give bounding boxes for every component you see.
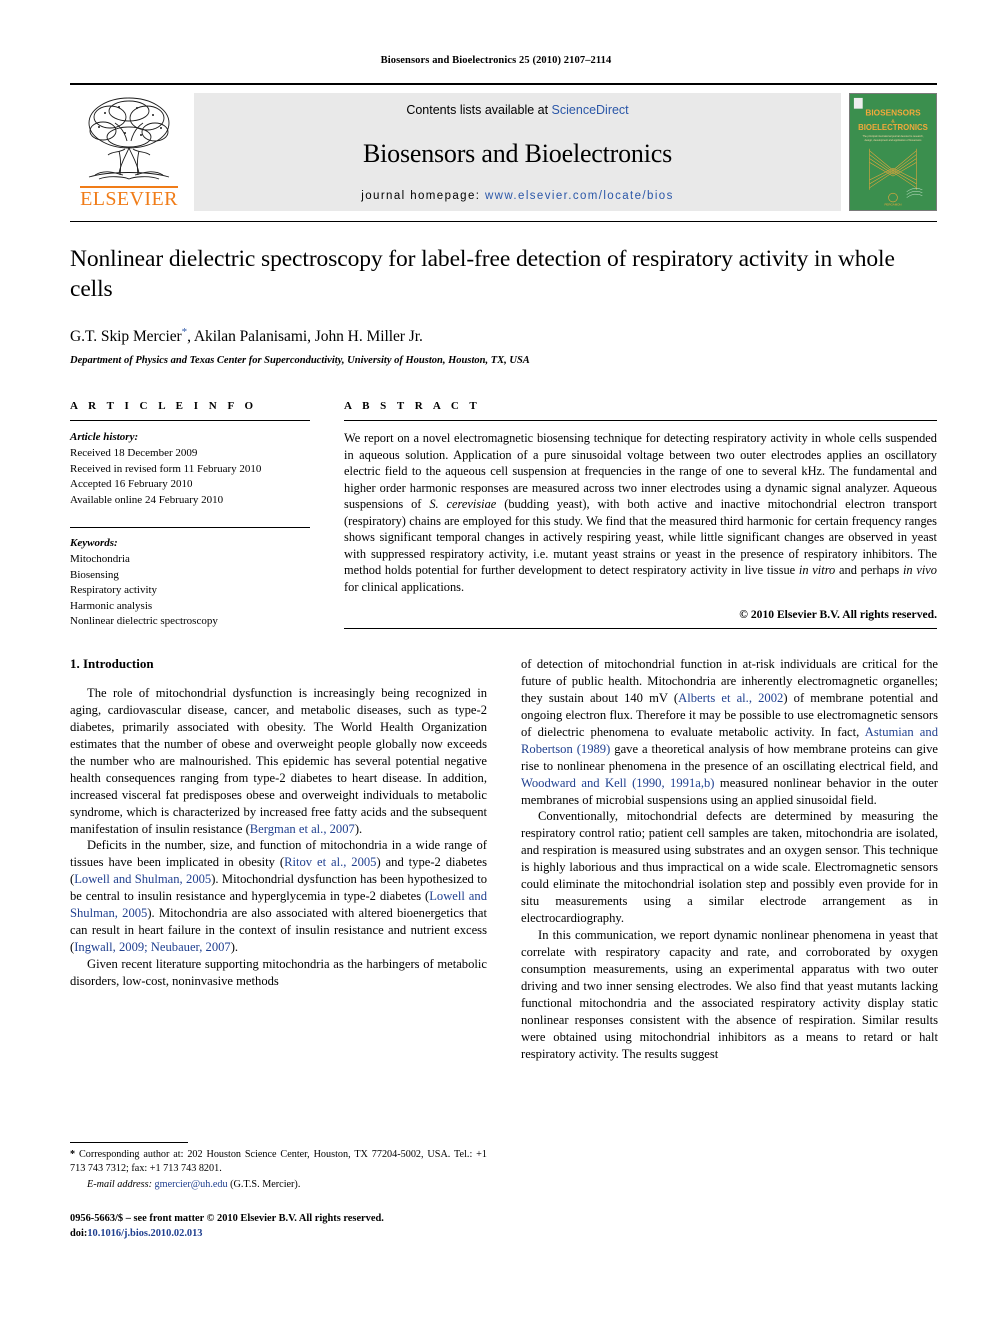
homepage-link[interactable]: www.elsevier.com/locate/bios [485, 190, 674, 202]
article-history-item: Available online 24 February 2010 [70, 493, 224, 506]
keyword-item: Respiratory activity [70, 584, 158, 597]
imprint-line: 0956-5663/$ – see front matter © 2010 El… [70, 1213, 384, 1224]
keywords-heading: Keywords: [70, 537, 118, 550]
footnote-rule [70, 1142, 188, 1143]
copyright-line: © 2010 Elsevier B.V. All rights reserved… [739, 608, 937, 622]
journal-cover-thumbnail: BIOSENSORS & BIOELECTRONICS The principa… [849, 93, 937, 211]
article-info-label: A R T I C L E I N F O [70, 400, 258, 413]
paragraph-text: ). [230, 940, 239, 955]
elsevier-wordmark: ELSEVIER [80, 186, 178, 210]
paragraph: Given recent literature supporting mitoc… [70, 957, 487, 988]
imprint-block: 0956-5663/$ – see front matter © 2010 El… [70, 1212, 500, 1242]
article-history-heading: Article history: [70, 431, 139, 444]
contents-prefix: Contents lists available at [406, 103, 552, 117]
elsevier-tree-icon [88, 97, 170, 180]
paragraph: The role of mitochondrial dysfunction is… [70, 685, 487, 837]
article-info-rule [70, 420, 310, 422]
info-abstract-row: A R T I C L E I N F O Article history: R… [70, 400, 937, 630]
paragraph: Conventionally, mitochondrial defects ar… [521, 809, 938, 926]
abstract-top-rule [344, 420, 937, 422]
article-info-column: A R T I C L E I N F O Article history: R… [70, 400, 310, 630]
citation-link[interactable]: Bergman et al., 2007 [250, 822, 355, 836]
journal-masthead: ELSEVIER Contents lists available at Sci… [70, 83, 937, 211]
citation-link[interactable]: Alberts et al., 2002 [678, 691, 783, 705]
doi-link[interactable]: 10.1016/j.bios.2010.02.013 [87, 1228, 202, 1239]
article-history-item: Received 18 December 2009 [70, 446, 198, 459]
svg-text:BIOELECTRONICS: BIOELECTRONICS [858, 123, 928, 132]
page-title: Nonlinear dielectric spectroscopy for la… [70, 246, 895, 303]
abstract-part-3: and perhaps [835, 563, 903, 578]
svg-text:PERGAMON: PERGAMON [884, 202, 901, 206]
running-head: Biosensors and Bioelectronics 25 (2010) … [380, 55, 612, 66]
abstract-column: A B S T R A C T We report on a novel ele… [344, 400, 937, 630]
keyword-item: Harmonic analysis [70, 599, 153, 612]
doi-line: doi:10.1016/j.bios.2010.02.013 [70, 1227, 500, 1242]
affiliation: Department of Physics and Texas Center f… [70, 355, 530, 367]
body-column-left: 1. Introduction The role of mitochondria… [70, 656, 487, 1063]
email-link[interactable]: gmercier@uh.edu [155, 1179, 228, 1190]
citation-link[interactable]: Woodward and Kell (1990, 1991a,b) [521, 776, 714, 790]
doi-label: doi: [70, 1227, 88, 1239]
document-page: Biosensors and Bioelectronics 25 (2010) … [0, 0, 992, 1323]
abstract-text: We report on a novel electromagnetic bio… [344, 430, 937, 595]
abstract-in-vivo: in vivo [902, 563, 938, 578]
section-heading-introduction: 1. Introduction [70, 656, 154, 672]
keywords-rule [70, 527, 310, 529]
journal-title: Biosensors and Bioelectronics [362, 138, 673, 168]
keyword-item: Mitochondria [70, 552, 130, 565]
journal-cover-art: BIOSENSORS & BIOELECTRONICS The principa… [850, 94, 936, 210]
svg-text:design, development and applic: design, development and application of b… [865, 139, 923, 142]
abstract-part-4: for clinical applications. [344, 579, 465, 594]
author-list: G.T. Skip Mercier*, Akilan Palanisami, J… [70, 326, 937, 346]
contents-line: Contents lists available at ScienceDirec… [406, 103, 628, 117]
keyword-item: Nonlinear dielectric spectroscopy [70, 615, 218, 628]
body-columns: 1. Introduction The role of mitochondria… [70, 656, 938, 1063]
footnote-text: Corresponding author at: 202 Houston Sci… [70, 1149, 487, 1174]
svg-text:The principal international jo: The principal international journal devo… [862, 135, 923, 138]
article-history-item: Accepted 16 February 2010 [70, 478, 193, 491]
homepage-prefix: journal homepage: [361, 190, 485, 202]
masthead-bottom-rule [70, 221, 937, 222]
citation-link[interactable]: Ritov et al., 2005 [284, 855, 376, 869]
paragraph: Deficits in the number, size, and functi… [70, 837, 487, 956]
body-column-right: of detection of mitochondrial function i… [521, 656, 938, 1063]
email-suffix: (G.T.S. Mercier). [227, 1178, 301, 1190]
author-rest: , Akilan Palanisami, John H. Miller Jr. [187, 328, 423, 346]
sciencedirect-link[interactable]: ScienceDirect [552, 103, 629, 117]
abstract-label: A B S T R A C T [344, 400, 481, 413]
abstract-species-name: S. cerevisiae [429, 497, 497, 512]
journal-homepage-line: journal homepage: www.elsevier.com/locat… [361, 190, 673, 202]
email-label: E-mail address: [87, 1178, 152, 1190]
paragraph: In this communication, we report dynamic… [521, 928, 938, 1061]
abstract-in-vitro: in vitro [798, 563, 836, 578]
corresponding-author-note: * Corresponding author at: 202 Houston S… [70, 1148, 487, 1176]
citation-link[interactable]: Ingwall, 2009; Neubauer, 2007 [74, 940, 231, 954]
author-corresponding: G.T. Skip Mercier [70, 328, 182, 346]
footnote-area: * Corresponding author at: 202 Houston S… [70, 1142, 487, 1192]
title-block: Nonlinear dielectric spectroscopy for la… [70, 244, 937, 366]
svg-text:BIOSENSORS: BIOSENSORS [865, 108, 921, 118]
paragraph-text: The role of mitochondrial dysfunction is… [70, 686, 487, 836]
citation-link[interactable]: Lowell and Shulman, 2005 [74, 872, 211, 886]
elsevier-logo: ELSEVIER [70, 93, 188, 211]
journal-band: Contents lists available at ScienceDirec… [194, 93, 841, 211]
paragraph: of detection of mitochondrial function i… [521, 656, 938, 808]
article-history-item: Received in revised form 11 February 201… [70, 462, 262, 475]
email-note: E-mail address: gmercier@uh.edu (G.T.S. … [70, 1178, 487, 1192]
abstract-bottom-rule [344, 628, 937, 630]
paragraph-text: ). [354, 821, 363, 836]
keyword-item: Biosensing [70, 568, 119, 581]
